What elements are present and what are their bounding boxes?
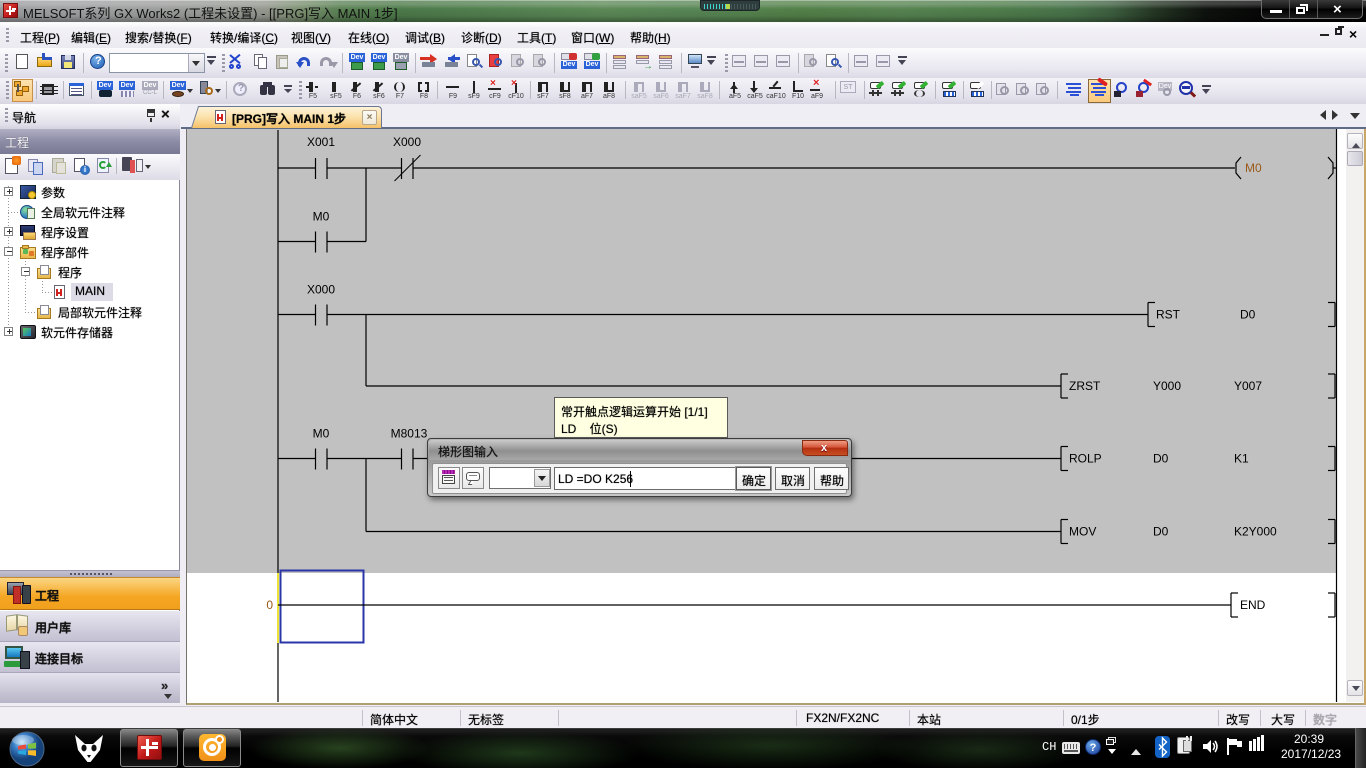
svg-text:Y000: Y000: [1153, 379, 1181, 393]
svg-text:ROLP: ROLP: [1069, 452, 1102, 466]
svg-text:K2Y000: K2Y000: [1234, 525, 1277, 539]
svg-text:Y007: Y007: [1234, 379, 1262, 393]
svg-text:RST: RST: [1156, 308, 1181, 322]
svg-text:D0: D0: [1153, 452, 1169, 466]
svg-text:X000: X000: [307, 283, 335, 297]
svg-text:0: 0: [266, 598, 273, 612]
svg-text:MOV: MOV: [1069, 525, 1096, 539]
svg-text:M8013: M8013: [391, 427, 428, 441]
svg-text:END: END: [1240, 598, 1266, 612]
svg-text:X001: X001: [307, 135, 335, 149]
svg-text:D0: D0: [1153, 525, 1169, 539]
svg-text:M0: M0: [1245, 161, 1262, 175]
svg-text:M0: M0: [313, 210, 330, 224]
svg-text:K1: K1: [1234, 452, 1249, 466]
svg-text:D0: D0: [1240, 308, 1256, 322]
svg-text:ZRST: ZRST: [1069, 379, 1101, 393]
svg-text:M0: M0: [313, 427, 330, 441]
svg-text:X000: X000: [393, 135, 421, 149]
